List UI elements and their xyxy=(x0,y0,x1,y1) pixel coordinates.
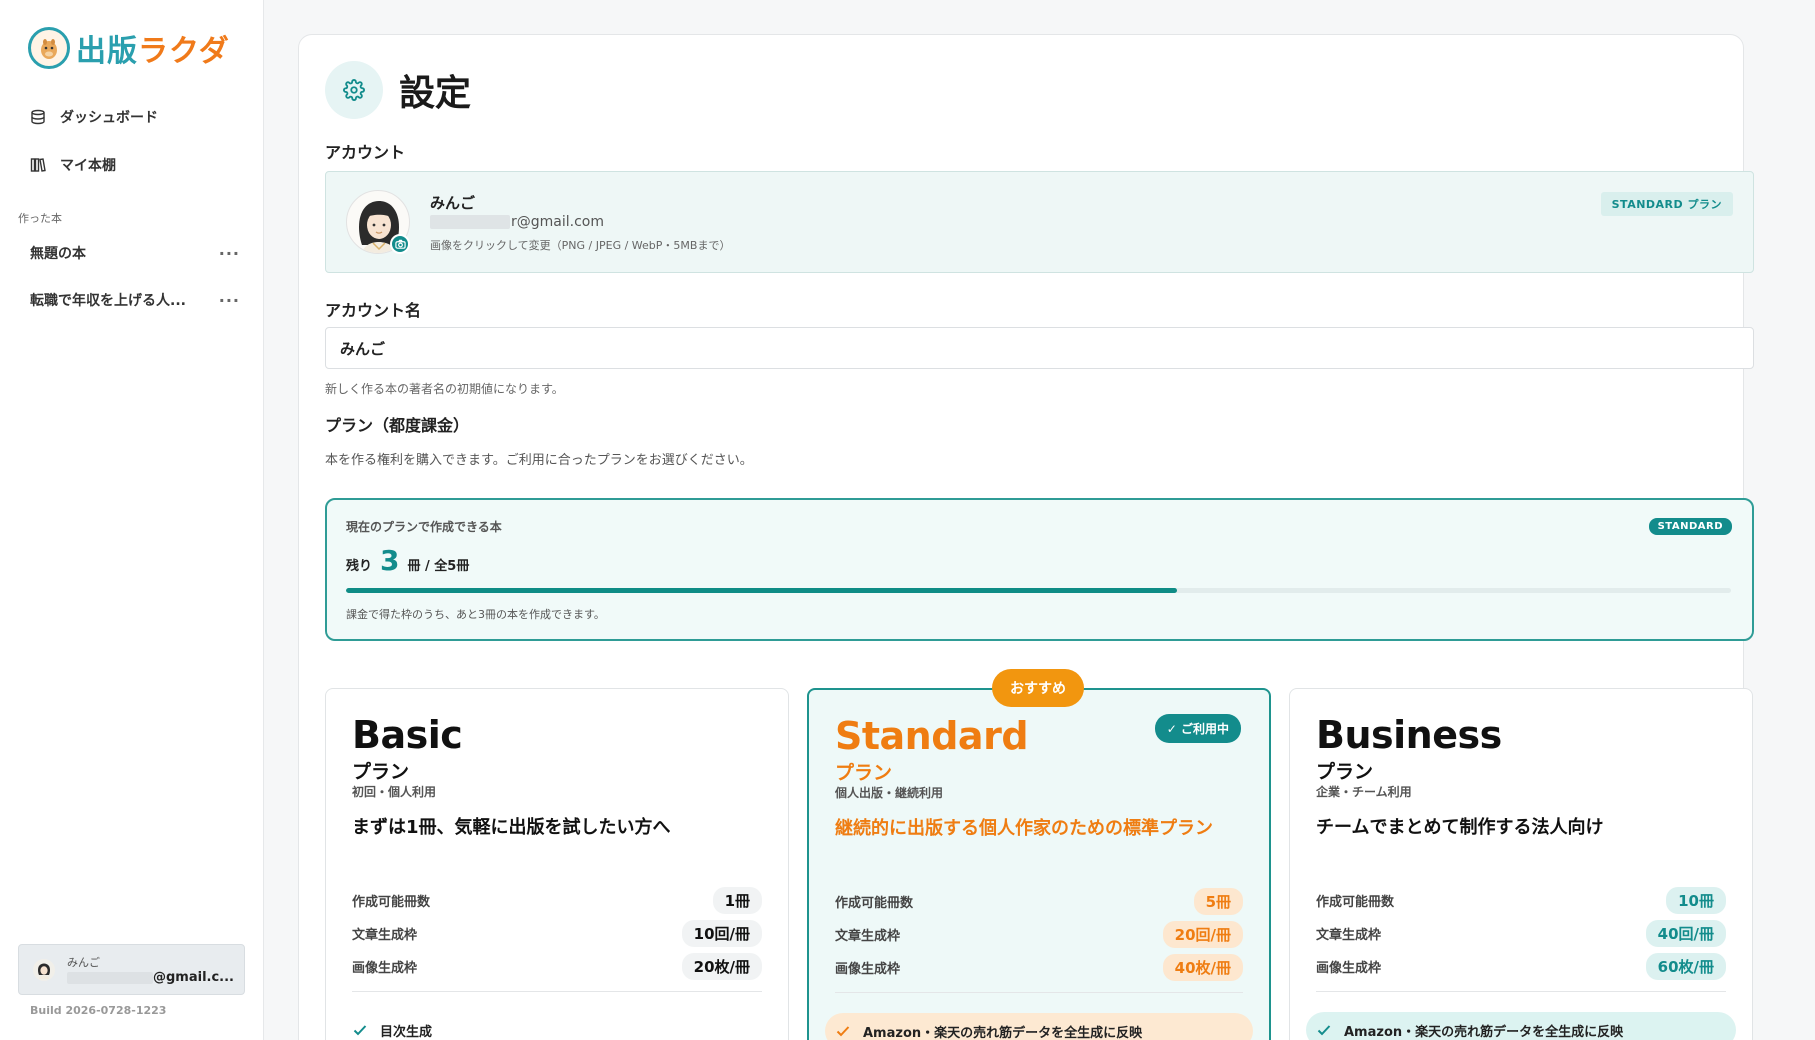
plan-name: Basic xyxy=(352,713,463,757)
plan-lead: チームでまとめて制作する法人向け xyxy=(1316,817,1604,838)
books-section-label: 作った本 xyxy=(18,212,62,225)
plan-stat-row: 画像生成枠 20枚/冊 xyxy=(352,953,762,980)
plan-card-business[interactable]: Business プラン 企業・チーム利用 チームでまとめて制作する法人向け 作… xyxy=(1289,688,1753,1040)
account-display-name: みんご xyxy=(430,194,476,212)
database-icon xyxy=(30,109,50,125)
account-name-help: 新しく作る本の著者名の初期値になります。 xyxy=(325,382,564,396)
check-icon xyxy=(835,1023,851,1039)
gear-icon xyxy=(325,61,383,119)
plan-feature: Amazon・楽天の売れ筋データを全生成に反映 xyxy=(825,1013,1253,1040)
page-header: 設定 xyxy=(325,61,471,119)
plan-section-label: プラン（都度課金） xyxy=(325,416,470,435)
brand-name: 出版ラクダ xyxy=(76,34,230,69)
quota-title: 現在のプランで作成できる本 xyxy=(346,520,502,534)
current-plan-badge: ✓ ご利用中 xyxy=(1154,714,1241,743)
quota-remaining: 3 xyxy=(380,544,400,577)
nav-bookshelf[interactable]: マイ本棚 xyxy=(30,155,116,175)
plan-subtitle: プラン xyxy=(835,762,893,784)
plan-name: Standard xyxy=(835,714,1029,758)
plan-audience: 初回・個人利用 xyxy=(352,785,437,799)
plan-stat-row: 作成可能冊数 1冊 xyxy=(352,887,762,914)
account-card: みんご r@gmail.com 画像をクリックして変更（PNG / JPEG /… xyxy=(325,171,1754,273)
more-menu-icon[interactable]: ··· xyxy=(219,244,240,263)
account-name-input[interactable] xyxy=(325,327,1754,369)
check-icon xyxy=(352,1022,368,1038)
nav-label: マイ本棚 xyxy=(60,158,116,174)
brand-logo[interactable]: 出版ラクダ xyxy=(28,26,230,70)
bookshelf-icon xyxy=(30,157,50,173)
build-version: Build 2026-0728-1223 xyxy=(30,1004,167,1017)
plan-lead: まずは1冊、気軽に出版を試したい方へ xyxy=(352,817,671,838)
quota-progress-bar xyxy=(346,588,1731,593)
plan-audience: 企業・チーム利用 xyxy=(1316,785,1412,799)
camera-icon[interactable] xyxy=(390,234,410,254)
settings-panel: 設定 アカウント みんご r@gmail.com 画像をクリックして変更（PNG… xyxy=(298,34,1754,1040)
account-email: r@gmail.com xyxy=(430,214,604,230)
plan-stat-row: 文章生成枠 10回/冊 xyxy=(352,920,762,947)
plan-card-basic[interactable]: Basic プラン 初回・個人利用 まずは1冊、気軽に出版を試したい方へ 作成可… xyxy=(325,688,789,1040)
more-menu-icon[interactable]: ··· xyxy=(219,291,240,310)
plan-feature: Amazon・楽天の売れ筋データを全生成に反映 xyxy=(1306,1012,1736,1040)
divider xyxy=(352,991,762,992)
quota-note: 課金で得た枠のうち、あと3冊の本を作成できます。 xyxy=(346,608,605,621)
user-name: みんご xyxy=(67,956,100,969)
user-account-card[interactable]: みんご @gmail.c... xyxy=(18,944,245,995)
plan-stat-row: 画像生成枠 60枚/冊 xyxy=(1316,953,1726,980)
nav-dashboard[interactable]: ダッシュボード xyxy=(30,107,158,127)
book-title: 無題の本 xyxy=(30,246,86,262)
quota-card: 現在のプランで作成できる本 STANDARD 残り 3 冊 / 全5冊 課金で得… xyxy=(325,498,1754,641)
plan-lead: 継続的に出版する個人作家のための標準プラン xyxy=(835,818,1213,839)
plan-feature: 目次生成 xyxy=(342,1012,772,1040)
plan-name: Business xyxy=(1316,713,1502,757)
camel-logo-icon xyxy=(28,27,70,69)
book-title: 転職で年収を上げる人... xyxy=(30,293,186,309)
plan-card-standard[interactable]: おすすめ ✓ ご利用中 Standard プラン 個人出版・継続利用 継続的に出… xyxy=(807,669,1271,1040)
check-icon xyxy=(1316,1022,1332,1038)
book-item[interactable]: 無題の本 ··· xyxy=(30,243,240,263)
plan-subtitle: プラン xyxy=(1316,761,1374,783)
plan-subtitle: プラン xyxy=(352,761,410,783)
plan-stat-row: 文章生成枠 20回/冊 xyxy=(835,921,1243,948)
divider xyxy=(1316,991,1726,992)
quota-progress-fill xyxy=(346,588,1177,593)
main-content: 設定 アカウント みんご r@gmail.com 画像をクリックして変更（PNG… xyxy=(264,0,1815,1040)
plan-stat-row: 作成可能冊数 10冊 xyxy=(1316,887,1726,914)
account-name-label: アカウント名 xyxy=(325,301,422,320)
nav-label: ダッシュボード xyxy=(60,110,158,126)
current-plan-tag: STANDARD プラン xyxy=(1600,192,1733,216)
plan-stat-row: 画像生成枠 40枚/冊 xyxy=(835,954,1243,981)
user-email: @gmail.c... xyxy=(67,970,234,985)
recommended-badge: おすすめ xyxy=(992,669,1084,707)
book-item[interactable]: 転職で年収を上げる人... ··· xyxy=(30,290,240,310)
quota-count: 残り 3 冊 / 全5冊 xyxy=(346,544,470,577)
quota-plan-badge: STANDARD xyxy=(1648,518,1732,535)
plan-audience: 個人出版・継続利用 xyxy=(835,786,944,800)
avatar xyxy=(33,958,55,981)
plan-stat-row: 文章生成枠 40回/冊 xyxy=(1316,920,1726,947)
page-title: 設定 xyxy=(399,73,472,114)
plan-description: 本を作る権利を購入できます。ご利用に合ったプランをお選びください。 xyxy=(325,453,753,468)
sidebar: 出版ラクダ ダッシュボード マイ本棚 作った本 無題の本 ··· 転職で年収を上… xyxy=(0,0,264,1040)
divider xyxy=(835,992,1243,993)
avatar-upload-hint: 画像をクリックして変更（PNG / JPEG / WebP・5MBまで） xyxy=(430,239,731,252)
account-section-label: アカウント xyxy=(325,143,406,162)
plan-stat-row: 作成可能冊数 5冊 xyxy=(835,888,1243,915)
